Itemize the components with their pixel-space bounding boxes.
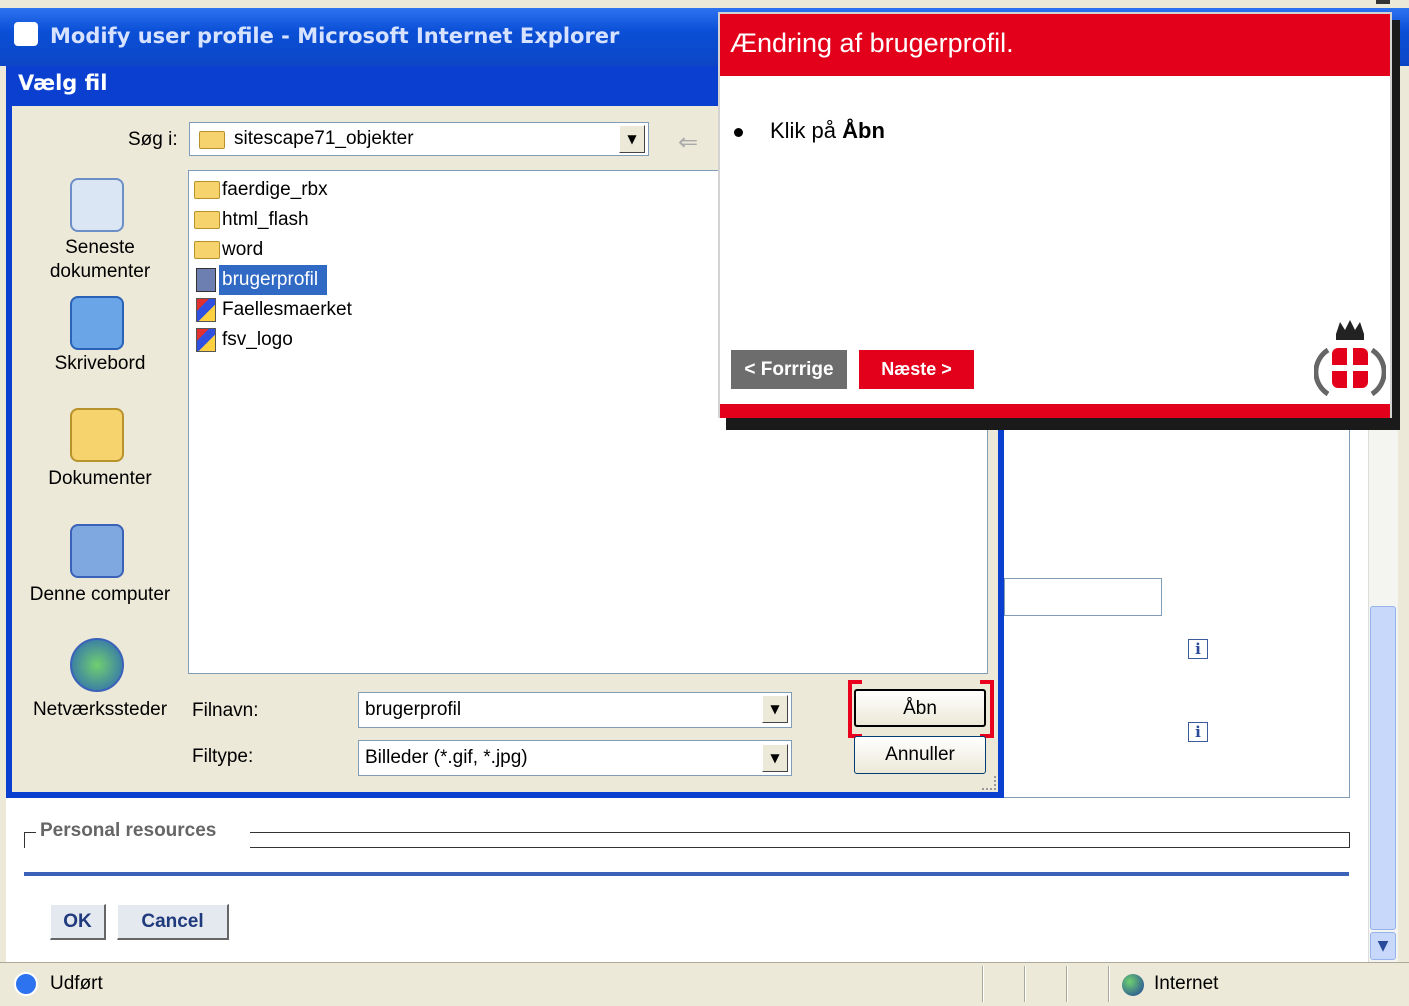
my-computer-icon[interactable] — [70, 524, 124, 578]
list-item[interactable]: html_flash — [222, 209, 309, 231]
filename-label: Filnavn: — [192, 700, 259, 721]
look-in-value: sitescape71_objekter — [234, 128, 414, 149]
info-icon[interactable]: i — [1188, 722, 1208, 742]
dialog-cancel-button[interactable]: Annuller — [854, 736, 986, 774]
highlight-gap — [862, 676, 980, 686]
back-arrow-icon[interactable]: ⇐ — [678, 128, 698, 156]
place-network[interactable]: Netværkssteder — [20, 698, 180, 722]
recent-documents-icon[interactable] — [70, 178, 124, 232]
status-separator — [1024, 966, 1026, 1002]
list-item[interactable]: fsv_logo — [222, 329, 293, 351]
tutorial-title: Ændring af brugerprofil. — [730, 28, 1014, 58]
internet-zone-icon — [1122, 974, 1144, 996]
network-places-icon[interactable] — [70, 638, 124, 692]
look-in-label: Søg i: — [128, 129, 178, 150]
tutorial-instruction: Klik på Åbn — [770, 118, 885, 144]
list-item[interactable]: Faellesmaerket — [222, 299, 352, 321]
list-item-selected[interactable]: brugerprofil — [222, 269, 318, 291]
dialog-title: Vælg fil — [18, 71, 108, 95]
info-icon[interactable]: i — [1188, 639, 1208, 659]
divider — [24, 872, 1349, 876]
instruction-emphasis: Åbn — [842, 118, 885, 143]
zone-text: Internet — [1154, 973, 1219, 994]
image-file-icon — [196, 328, 216, 352]
window-corner — [1376, 0, 1390, 4]
folder-icon — [199, 131, 225, 149]
place-my-computer[interactable]: Denne computer — [20, 583, 180, 607]
next-button[interactable]: Næste > — [859, 350, 974, 389]
place-recent-documents[interactable]: Seneste dokumenter — [20, 236, 180, 284]
place-my-documents[interactable]: Dokumenter — [20, 467, 180, 491]
ok-button[interactable]: OK — [50, 904, 106, 940]
chevron-down-icon[interactable]: ▼ — [762, 744, 788, 772]
bullet-icon — [734, 128, 743, 137]
instruction-text: Klik på — [770, 118, 843, 143]
personal-resources-legend: Personal resources — [40, 820, 217, 841]
desktop-icon[interactable] — [70, 296, 124, 350]
chevron-down-icon[interactable]: ▼ — [619, 125, 645, 153]
fieldset-border — [24, 832, 36, 848]
ie-logo-icon — [14, 22, 38, 46]
status-separator — [982, 966, 984, 1002]
list-item[interactable]: faerdige_rbx — [222, 179, 328, 201]
crown-logo-icon — [1314, 320, 1386, 397]
image-file-icon — [196, 298, 216, 322]
resize-grip-icon[interactable] — [982, 776, 996, 790]
place-desktop[interactable]: Skrivebord — [20, 352, 180, 376]
filetype-dropdown[interactable]: Billeder (*.gif, *.jpg) — [358, 740, 792, 776]
my-documents-icon[interactable] — [70, 408, 124, 462]
scroll-down-icon[interactable]: ▼ — [1370, 932, 1396, 960]
open-button[interactable]: Åbn — [854, 689, 986, 727]
status-text: Udført — [50, 973, 103, 994]
list-item[interactable]: word — [222, 239, 263, 261]
folder-icon — [194, 241, 220, 259]
scrollbar-thumb[interactable] — [1370, 606, 1396, 930]
tutorial-footer — [720, 404, 1390, 418]
file-icon — [196, 268, 216, 292]
status-separator — [1108, 966, 1110, 1002]
chevron-down-icon[interactable]: ▼ — [762, 695, 788, 723]
cancel-button[interactable]: Cancel — [117, 904, 229, 940]
folder-icon — [194, 211, 220, 229]
page-done-icon — [14, 972, 38, 996]
filename-field[interactable]: brugerprofil — [358, 692, 792, 728]
filetype-label: Filtype: — [192, 746, 254, 767]
profile-text-field[interactable] — [1004, 578, 1162, 616]
status-separator — [1066, 966, 1068, 1002]
folder-icon — [194, 181, 220, 199]
previous-button[interactable]: < Forrrige — [731, 350, 847, 389]
fieldset-border — [250, 832, 1350, 848]
browser-title: Modify user profile - Microsoft Internet… — [50, 24, 620, 48]
